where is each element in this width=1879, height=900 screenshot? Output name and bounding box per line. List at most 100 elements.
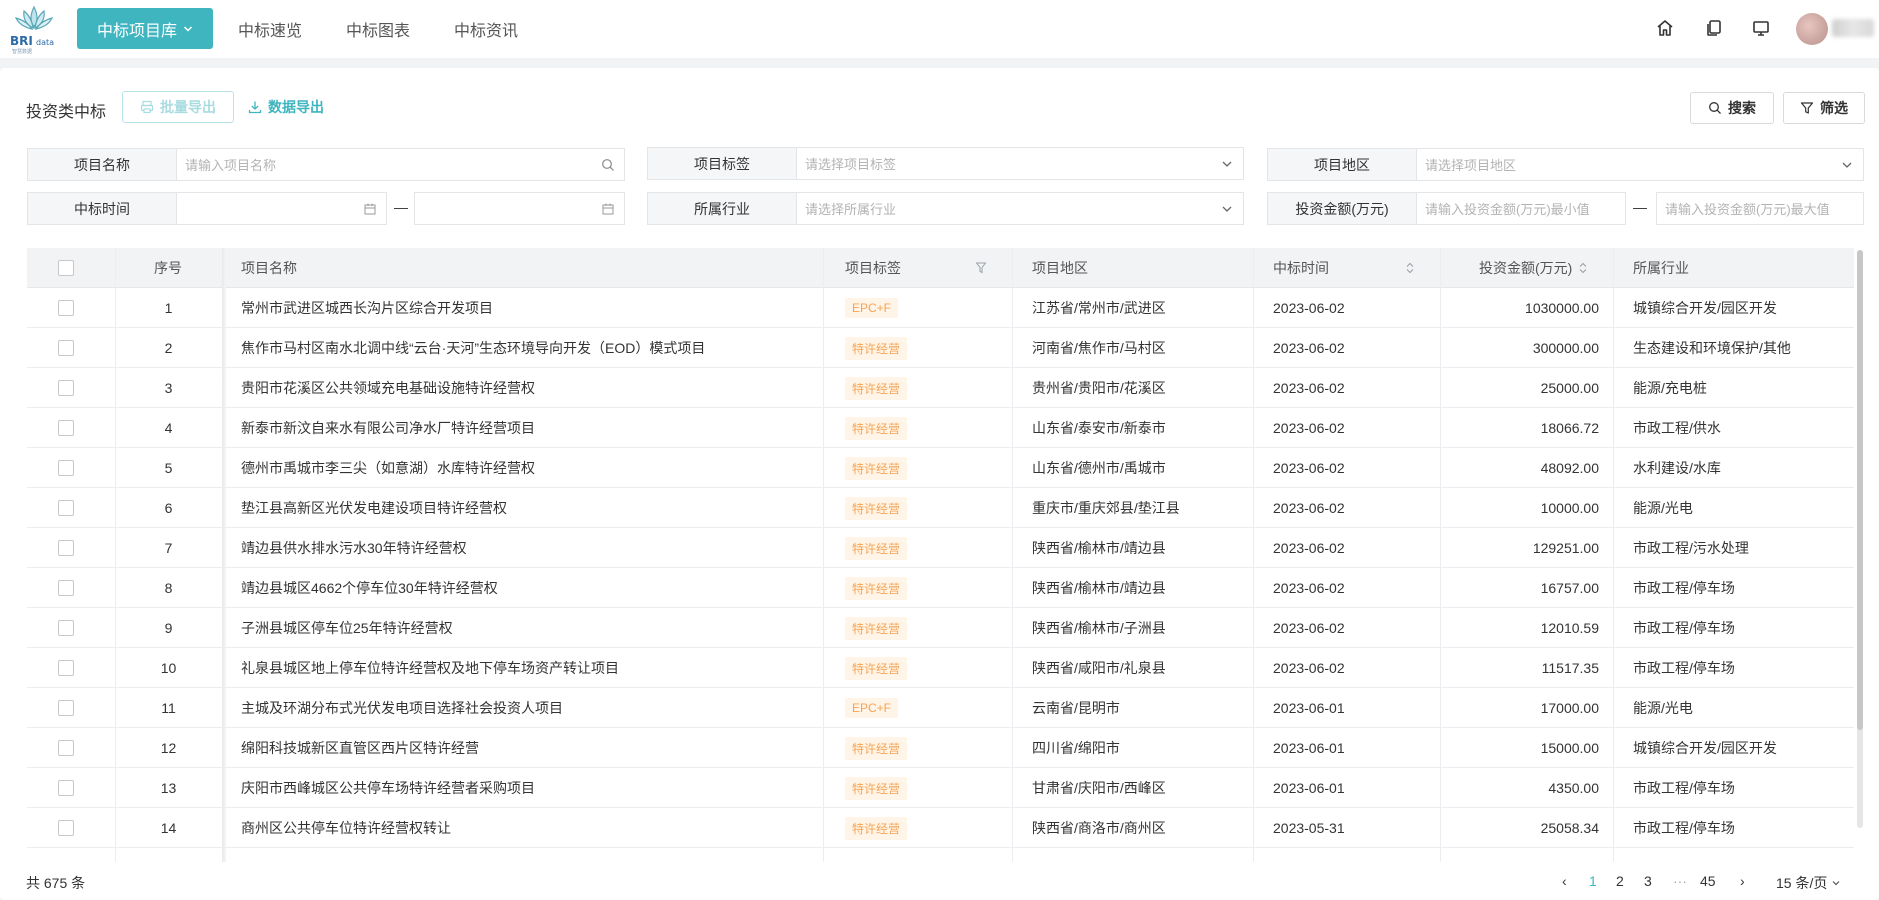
- page-45-button[interactable]: 45: [1700, 873, 1716, 889]
- scrollbar-thumb[interactable]: [1857, 250, 1863, 730]
- row-select-cell[interactable]: [58, 728, 74, 768]
- row-checkbox[interactable]: [58, 580, 74, 596]
- project-region-select[interactable]: 请选择项目地区: [1417, 148, 1864, 181]
- row-select-cell[interactable]: [58, 488, 74, 528]
- bid-time-start-input[interactable]: [177, 192, 387, 225]
- row-checkbox[interactable]: [58, 500, 74, 516]
- user-avatar[interactable]: [1796, 13, 1828, 45]
- table-row[interactable]: 1 常州市武进区城西长沟片区综合开发项目 EPC+F 江苏省/常州市/武进区 2023-…: [27, 288, 1854, 328]
- investment-min-input[interactable]: 请输入投资金额(万元)最小值: [1417, 192, 1626, 225]
- row-select-cell[interactable]: [58, 368, 74, 408]
- project-name-cell[interactable]: 焦作市马村区南水北调中线“云台·天河”生态环境导向开发（EOD）模式项目: [241, 328, 705, 368]
- row-checkbox[interactable]: [58, 620, 74, 636]
- table-row[interactable]: 13 庆阳市西峰城区公共停车场特许经营者采购项目 特许经营 甘肃省/庆阳市/西峰区 20…: [27, 768, 1854, 808]
- username-blurred[interactable]: [1832, 19, 1874, 37]
- row-checkbox[interactable]: [58, 780, 74, 796]
- table-row[interactable]: 11 主城及环湖分布式光伏发电项目选择社会投资人项目 EPC+F 云南省/昆明市 202…: [27, 688, 1854, 728]
- nav-bid-charts[interactable]: 中标图表: [346, 8, 410, 49]
- row-select-cell[interactable]: [58, 288, 74, 328]
- investment-max-input[interactable]: 请输入投资金额(万元)最大值: [1656, 192, 1864, 225]
- project-name-cell[interactable]: 子洲县城区停车位25年特许经营权: [241, 608, 453, 648]
- project-region-cell: 陕西省/榆林市/靖边县: [1032, 580, 1166, 596]
- row-checkbox[interactable]: [58, 460, 74, 476]
- page-3-button[interactable]: 3: [1644, 873, 1652, 889]
- table-vertical-scrollbar[interactable]: [1857, 250, 1863, 828]
- row-select-cell[interactable]: [58, 408, 74, 448]
- download-icon: [248, 101, 262, 114]
- table-row[interactable]: 2 焦作市马村区南水北调中线“云台·天河”生态环境导向开发（EOD）模式项目 特许经…: [27, 328, 1854, 368]
- industry-select[interactable]: 请选择所属行业: [797, 192, 1244, 225]
- project-name-cell[interactable]: 垫江县高新区光伏发电建设项目特许经营权: [241, 488, 507, 528]
- row-select-cell[interactable]: [58, 568, 74, 608]
- select-all-cell[interactable]: [58, 248, 74, 288]
- row-checkbox[interactable]: [58, 820, 74, 836]
- table-row[interactable]: 12 绵阳科技城新区直管区西片区特许经营 特许经营 四川省/绵阳市 2023-06-01…: [27, 728, 1854, 768]
- table-row[interactable]: 14 商州区公共停车位特许经营权转让 特许经营 陕西省/商洛市/商州区 2023-05-…: [27, 808, 1854, 848]
- next-page-button[interactable]: ›: [1740, 873, 1745, 889]
- row-select-cell[interactable]: [58, 448, 74, 488]
- row-index: 4: [164, 420, 173, 436]
- project-name-cell[interactable]: 贵阳市花溪区公共领域充电基础设施特许经营权: [241, 368, 535, 408]
- row-checkbox[interactable]: [58, 700, 74, 716]
- col-bid-time[interactable]: 中标时间: [1273, 248, 1329, 288]
- row-select-cell[interactable]: [58, 768, 74, 808]
- table-row[interactable]: 9 子洲县城区停车位25年特许经营权 特许经营 陕西省/榆林市/子洲县 2023-06-…: [27, 608, 1854, 648]
- project-name-cell[interactable]: 靖边县供水排水污水30年特许经营权: [241, 528, 467, 568]
- project-name-cell[interactable]: 庆阳市西峰城区公共停车场特许经营者采购项目: [241, 768, 535, 808]
- nav-bid-overview[interactable]: 中标速览: [238, 8, 302, 49]
- col-investment[interactable]: 投资金额(万元): [1479, 248, 1572, 288]
- prev-page-button[interactable]: ‹: [1562, 873, 1567, 889]
- table-row[interactable]: 7 靖边县供水排水污水30年特许经营权 特许经营 陕西省/榆林市/靖边县 2023-06…: [27, 528, 1854, 568]
- row-checkbox[interactable]: [58, 380, 74, 396]
- row-checkbox[interactable]: [58, 740, 74, 756]
- search-button[interactable]: 搜索: [1690, 92, 1774, 124]
- row-select-cell[interactable]: [58, 608, 74, 648]
- filter-button[interactable]: 筛选: [1783, 92, 1865, 124]
- project-tag-select[interactable]: 请选择项目标签: [797, 147, 1244, 180]
- table-row[interactable]: 6 垫江县高新区光伏发电建设项目特许经营权 特许经营 重庆市/重庆郊县/垫江县 2023…: [27, 488, 1854, 528]
- project-name-cell[interactable]: 新泰市新汶自来水有限公司净水厂特许经营项目: [241, 408, 535, 448]
- column-filter-icon[interactable]: [976, 261, 986, 275]
- page-2-button[interactable]: 2: [1616, 873, 1624, 889]
- row-select-cell[interactable]: [58, 328, 74, 368]
- search-icon[interactable]: [601, 158, 615, 172]
- row-checkbox[interactable]: [58, 300, 74, 316]
- batch-export-button[interactable]: 批量导出: [122, 91, 234, 123]
- row-checkbox[interactable]: [58, 660, 74, 676]
- row-checkbox[interactable]: [58, 420, 74, 436]
- project-name-cell[interactable]: 主城及环湖分布式光伏发电项目选择社会投资人项目: [241, 688, 563, 728]
- row-select-cell[interactable]: [58, 688, 74, 728]
- bridata-logo[interactable]: BRI data 智慧数据: [8, 3, 60, 55]
- table-row[interactable]: 3 贵阳市花溪区公共领域充电基础设施特许经营权 特许经营 贵州省/贵阳市/花溪区 202…: [27, 368, 1854, 408]
- monitor-icon[interactable]: [1750, 17, 1772, 39]
- table-row[interactable]: 10 礼泉县城区地上停车位特许经营权及地下停车场资产转让项目 特许经营 陕西省/咸阳市…: [27, 648, 1854, 688]
- sort-icon[interactable]: [1578, 261, 1588, 275]
- project-name-cell[interactable]: 靖边县城区4662个停车位30年特许经营权: [241, 568, 498, 608]
- project-name-cell[interactable]: 绵阳科技城新区直管区西片区特许经营: [241, 728, 479, 768]
- nav-bid-project-library[interactable]: 中标项目库: [77, 8, 213, 49]
- table-row-partial[interactable]: [27, 848, 1854, 862]
- row-checkbox[interactable]: [58, 340, 74, 356]
- page-size-select[interactable]: 15 条/页: [1776, 873, 1841, 893]
- project-name-input[interactable]: 请输入项目名称: [177, 148, 625, 181]
- bid-time-end-input[interactable]: [414, 192, 625, 225]
- row-select-cell[interactable]: [58, 648, 74, 688]
- sort-icon[interactable]: [1405, 261, 1415, 275]
- select-all-checkbox[interactable]: [58, 260, 74, 276]
- project-name-cell[interactable]: 德州市禹城市李三尖（如意湖）水库特许经营权: [241, 448, 535, 488]
- copy-icon[interactable]: [1703, 17, 1725, 39]
- table-row[interactable]: 5 德州市禹城市李三尖（如意湖）水库特许经营权 特许经营 山东省/德州市/禹城市 202…: [27, 448, 1854, 488]
- project-name-cell[interactable]: 礼泉县城区地上停车位特许经营权及地下停车场资产转让项目: [241, 648, 619, 688]
- table-row[interactable]: 4 新泰市新汶自来水有限公司净水厂特许经营项目 特许经营 山东省/泰安市/新泰市 202…: [27, 408, 1854, 448]
- row-select-cell[interactable]: [58, 808, 74, 848]
- project-name-cell[interactable]: 常州市武进区城西长沟片区综合开发项目: [241, 288, 493, 328]
- nav-bid-news[interactable]: 中标资讯: [454, 8, 518, 49]
- home-icon[interactable]: [1654, 17, 1676, 39]
- row-select-cell[interactable]: [58, 528, 74, 568]
- data-export-button[interactable]: 数据导出: [248, 91, 324, 123]
- page-ellipsis[interactable]: ···: [1673, 873, 1687, 889]
- page-1-button[interactable]: 1: [1589, 873, 1597, 889]
- table-row[interactable]: 8 靖边县城区4662个停车位30年特许经营权 特许经营 陕西省/榆林市/靖边县 202…: [27, 568, 1854, 608]
- project-name-cell[interactable]: 商州区公共停车位特许经营权转让: [241, 808, 451, 848]
- row-checkbox[interactable]: [58, 540, 74, 556]
